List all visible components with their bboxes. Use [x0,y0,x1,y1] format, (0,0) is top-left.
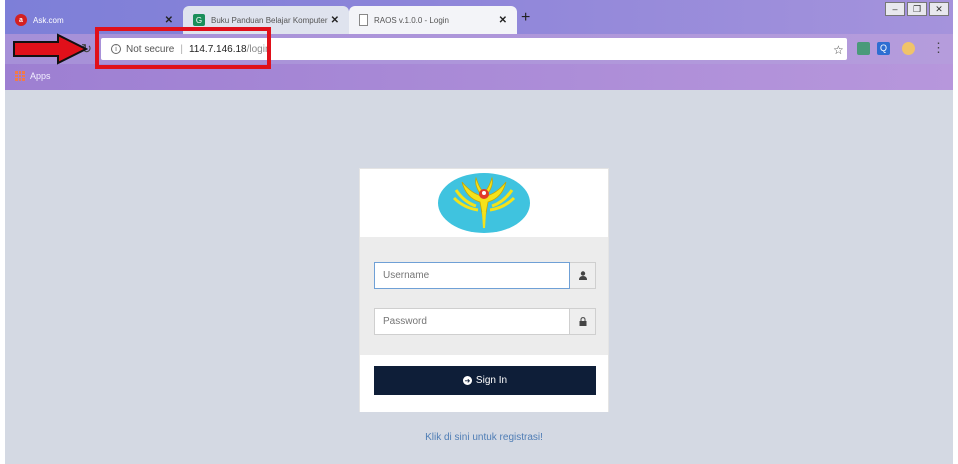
signin-button[interactable]: ➜ Sign In [374,366,596,395]
signin-label: Sign In [475,375,508,386]
minimize-icon[interactable]: – [885,2,905,16]
close-icon[interactable]: ✕ [331,15,339,26]
extension-icon[interactable] [857,42,870,55]
apps-shortcut[interactable]: Apps [15,71,51,81]
red-arrow-icon [13,33,88,65]
login-form [360,237,608,355]
lock-icon [570,308,596,335]
username-input[interactable] [374,262,570,289]
close-icon[interactable]: ✕ [165,15,173,26]
user-icon [570,262,596,289]
password-input[interactable] [374,308,570,335]
apps-label: Apps [30,71,51,81]
password-group [374,308,596,335]
profile-avatar-icon[interactable] [902,42,915,55]
username-group [374,262,596,289]
ask-icon: a [15,14,27,26]
institution-logo [438,173,530,233]
browser-window: a Ask.com ✕ G Buku Panduan Belajar Kompu… [5,0,953,464]
highlight-box [95,27,271,69]
logo-area [360,169,608,237]
g-icon: G [193,14,205,26]
tab-title: RAOS v.1.0.0 - Login [374,15,449,25]
login-card: ➜ Sign In [359,168,609,412]
window-controls: – ❐ ✕ [885,2,949,16]
signin-arrow-icon: ➜ [462,376,472,385]
search-extension-icon[interactable]: Q [877,42,890,55]
close-icon[interactable]: ✕ [499,15,507,26]
new-tab-button[interactable]: + [521,9,530,27]
maximize-icon[interactable]: ❐ [907,2,927,16]
tab-title: Buku Panduan Belajar Komputer [211,15,328,25]
bookmark-star-icon[interactable]: ☆ [833,43,844,57]
tab-raos-login[interactable]: RAOS v.1.0.0 - Login ✕ [349,6,517,34]
tab-title: Ask.com [33,15,64,25]
document-icon [359,14,368,26]
menu-icon[interactable]: ⋮ [932,40,945,56]
register-link[interactable]: Klik di sini untuk registrasi! [359,432,609,443]
apps-grid-icon [15,71,25,81]
signin-area: ➜ Sign In [360,355,608,412]
window-close-icon[interactable]: ✕ [929,2,949,16]
